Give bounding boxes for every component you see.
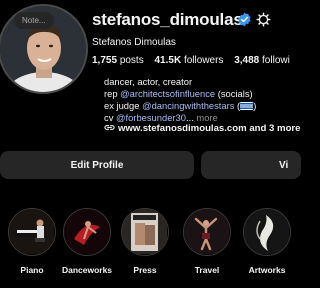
link-icon xyxy=(104,125,115,130)
website-link[interactable]: www.stefanosdimoulas.com and 3 more xyxy=(104,123,301,134)
highlight-travel[interactable] xyxy=(183,208,231,256)
bio-text: (socials) xyxy=(215,88,253,99)
highlight-label: Artworks xyxy=(248,265,286,275)
mention-link[interactable]: @architectsofinfluence xyxy=(120,88,215,99)
following-label: followi xyxy=(262,55,290,66)
highlight-press[interactable] xyxy=(121,208,169,256)
full-name: Stefanos Dimoulas xyxy=(92,37,176,48)
highlight-danceworks[interactable] xyxy=(63,208,111,256)
bio: dancer, actor, creator rep @architectsof… xyxy=(104,76,256,124)
bio-line: ex judge @dancingwiththestars () xyxy=(104,100,256,112)
settings-gear-icon[interactable] xyxy=(256,12,271,27)
bio-line: rep @architectsofinfluence (socials) xyxy=(104,88,256,100)
bio-text: ex judge xyxy=(104,100,143,111)
username: stefanos_dimoulas xyxy=(92,10,243,29)
bio-text: cv xyxy=(104,112,116,123)
edit-profile-button[interactable]: Edit Profile xyxy=(0,151,194,179)
posts-count: 1,755 xyxy=(92,55,118,66)
followers-stat[interactable]: 41.5K followers xyxy=(155,55,224,66)
press-highlight-thumbnail xyxy=(122,209,167,254)
highlight-label: Travel xyxy=(194,265,220,275)
following-stat[interactable]: 3,488 followi xyxy=(234,55,290,66)
followers-count: 41.5K xyxy=(154,55,182,66)
following-count: 3,488 xyxy=(234,55,260,66)
bio-text: ) xyxy=(253,100,257,111)
artworks-highlight-thumbnail xyxy=(244,209,289,254)
website-text: www.stefanosdimoulas.com and 3 more xyxy=(118,123,301,134)
bio-more-button[interactable]: more xyxy=(194,112,217,123)
note-bubble[interactable]: Note... xyxy=(14,12,54,29)
greece-flag-icon xyxy=(240,102,254,110)
posts-stat[interactable]: 1,755 posts xyxy=(92,55,144,66)
highlight-artworks[interactable] xyxy=(243,208,291,256)
posts-label: posts xyxy=(119,55,144,66)
followers-label: followers xyxy=(183,55,224,66)
verified-badge-icon xyxy=(238,12,251,27)
travel-highlight-thumbnail xyxy=(184,209,229,254)
bio-text: rep xyxy=(104,88,121,99)
piano-highlight-thumbnail xyxy=(9,209,54,254)
bio-ellipsis: ... xyxy=(185,112,194,123)
view-archive-button[interactable]: Vi xyxy=(201,151,301,179)
highlight-piano[interactable] xyxy=(8,208,56,256)
highlight-label: Press xyxy=(133,265,157,275)
highlight-label: Danceworks xyxy=(61,265,113,275)
bio-line: dancer, actor, creator xyxy=(104,76,193,87)
mention-link[interactable]: @dancingwiththestars xyxy=(142,100,234,111)
mention-link[interactable]: @forbesunder30 xyxy=(116,112,186,123)
profile-stats: 1,755 posts 41.5K followers 3,488 follow… xyxy=(92,55,298,66)
danceworks-highlight-thumbnail xyxy=(64,209,109,254)
